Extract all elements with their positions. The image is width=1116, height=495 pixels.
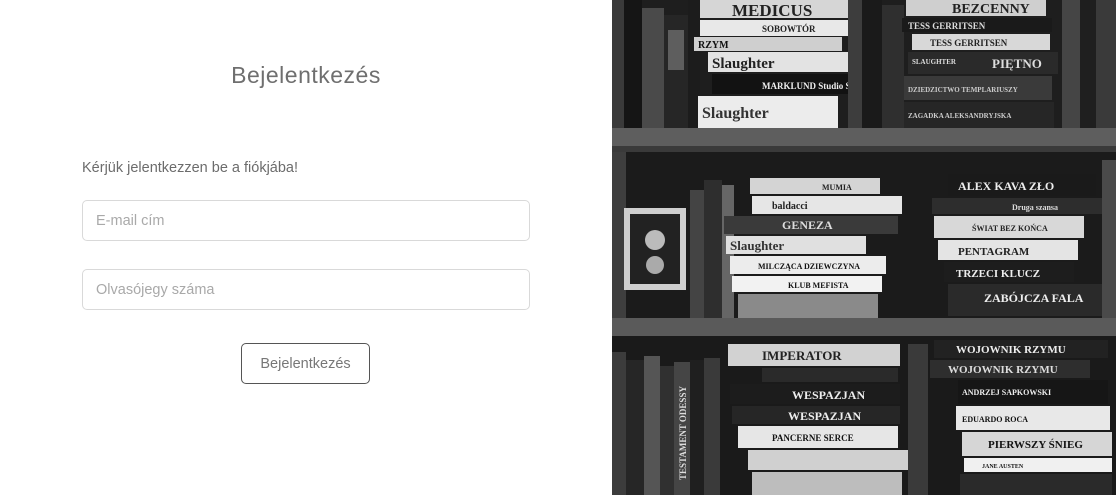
spine-title: WOJOWNIK RZYMU: [948, 364, 1058, 376]
spine-title: KLUB MEFISTA: [788, 281, 849, 290]
spine-title: MILCZĄCA DZIEWCZYNA: [758, 262, 860, 271]
spine-title: Druga szansa: [1012, 203, 1058, 212]
spine-title: PANCERNE SERCE: [772, 433, 854, 443]
spine-title: PIERWSZY ŚNIEG: [988, 439, 1083, 451]
spine-title: SOBOWTÓR: [762, 24, 816, 34]
spine-title: ŚWIAT BEZ KOŃCA: [972, 223, 1048, 233]
spine-title: GENEZA: [782, 218, 833, 232]
spine-title: Slaughter: [712, 56, 775, 72]
spine-title: PENTAGRAM: [958, 246, 1030, 258]
spine-title: JANE AUSTEN: [982, 464, 1024, 470]
spine-title: ALEX KAVA ZŁO: [958, 179, 1054, 193]
spine-title: TESS GERRITSEN: [930, 38, 1008, 48]
spine-title: TRZECI KLUCZ: [956, 268, 1040, 280]
spine-title: ZABÓJCZA FALA: [984, 291, 1084, 305]
spine-title: TESTAMENT ODESSY: [678, 386, 688, 480]
email-field[interactable]: [82, 200, 530, 241]
page-title: Bejelentkezés: [231, 62, 381, 88]
spine-title: PIĘTNO: [992, 56, 1042, 71]
spine-title: ZAGADKA ALEKSANDRYJSKA: [908, 112, 1011, 120]
bookshelf-photo: MEDICUS SOBOWTÓR RZYM Slaughter MARKLUND…: [612, 0, 1116, 495]
spine-title: MUMIA: [822, 183, 852, 192]
spine-title: BEZCENNY: [952, 2, 1030, 17]
bookshelf-image: MEDICUS SOBOWTÓR RZYM Slaughter MARKLUND…: [612, 0, 1116, 495]
spine-title: MEDICUS: [732, 1, 812, 20]
reader-card-number-field[interactable]: [82, 269, 530, 310]
spine-title: Slaughter: [702, 105, 769, 122]
spine-title: TESS GERRITSEN: [908, 21, 986, 31]
spine-title: ANDRZEJ SAPKOWSKI: [962, 388, 1051, 397]
spine-title: SLAUGHTER: [912, 58, 957, 66]
spine-title: Slaughter: [730, 238, 784, 253]
spine-title: WOJOWNIK RZYMU: [956, 344, 1066, 356]
spine-title: EDUARDO ROCA: [962, 415, 1028, 424]
login-prompt: Kérjük jelentkezzen be a fiókjába!: [82, 160, 299, 176]
spine-title: WESPAZJAN: [788, 409, 861, 423]
spine-title: baldacci: [772, 201, 808, 212]
spine-title: MARKLUND Studio Sex: [762, 81, 860, 91]
spine-title: DZIEDZICTWO TEMPLARIUSZY: [908, 86, 1018, 94]
spine-title: RZYM: [698, 40, 729, 51]
spine-title: WESPAZJAN: [792, 388, 865, 402]
spine-title: IMPERATOR: [762, 348, 842, 363]
login-page: Bejelentkezés Kérjük jelentkezzen be a f…: [0, 0, 1116, 495]
login-panel: Bejelentkezés Kérjük jelentkezzen be a f…: [0, 0, 612, 495]
login-button[interactable]: Bejelentkezés: [241, 343, 370, 384]
